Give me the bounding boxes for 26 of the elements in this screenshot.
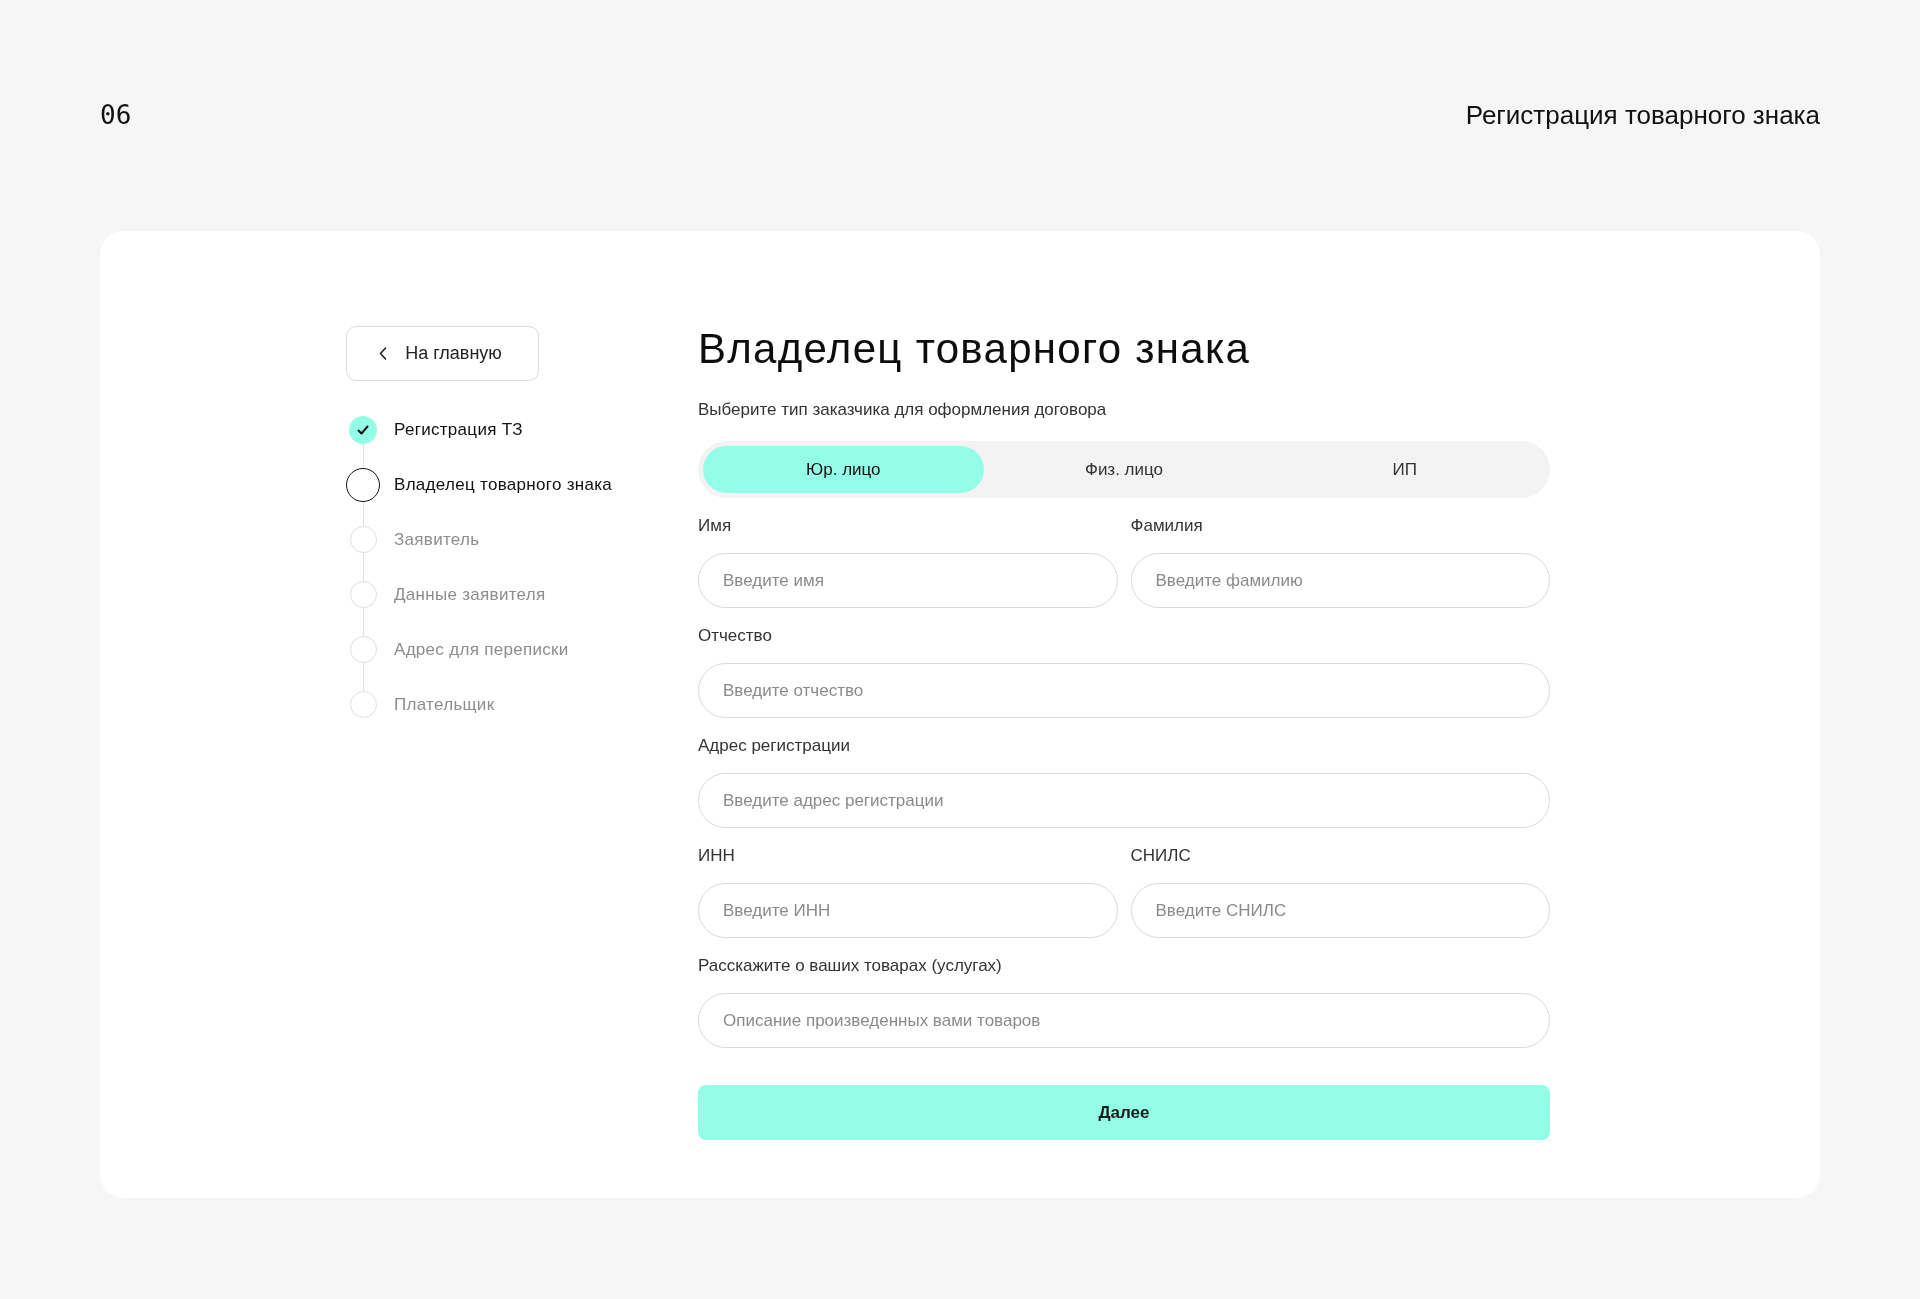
customer-type-tab[interactable]: Юр. лицо — [703, 446, 984, 493]
input-field[interactable]: Введите отчество — [698, 663, 1550, 718]
input-field[interactable]: Введите ИНН — [698, 883, 1118, 938]
customer-type-tab[interactable]: ИП — [1264, 446, 1545, 493]
input-field[interactable]: Введите фамилию — [1130, 553, 1550, 608]
next-button[interactable]: Далее — [698, 1085, 1550, 1140]
field-label: Имя — [698, 516, 732, 536]
page-number: 06 — [100, 100, 132, 130]
field-label: Отчество — [698, 626, 772, 646]
back-button[interactable]: На главную — [346, 326, 539, 381]
step-label[interactable]: Регистрация ТЗ — [394, 419, 523, 440]
field-label: СНИЛС — [1130, 846, 1191, 866]
form-subtitle: Выберите тип заказчика для оформления договора — [698, 400, 1108, 420]
field-label: Адрес регистрации — [698, 736, 850, 756]
field-label: Расскажите о ваших товарах (услугах) — [698, 956, 1002, 976]
input-field[interactable]: Введите СНИЛС — [1130, 883, 1550, 938]
field-label: ИНН — [698, 846, 735, 866]
input-field[interactable]: Описание произведенных вами товаров — [698, 993, 1550, 1048]
customer-type-tab[interactable]: Физ. лицо — [983, 446, 1265, 493]
input-field[interactable]: Введите адрес регистрации — [698, 773, 1550, 828]
chevron-left-icon — [379, 347, 388, 360]
step-label[interactable]: Владелец товарного знака — [394, 474, 613, 495]
form-title: Владелец товарного знака — [698, 324, 1252, 374]
page-title: Регистрация товарного знака — [1465, 99, 1820, 131]
field-label: Фамилия — [1130, 516, 1203, 536]
input-field[interactable]: Введите имя — [698, 553, 1118, 608]
